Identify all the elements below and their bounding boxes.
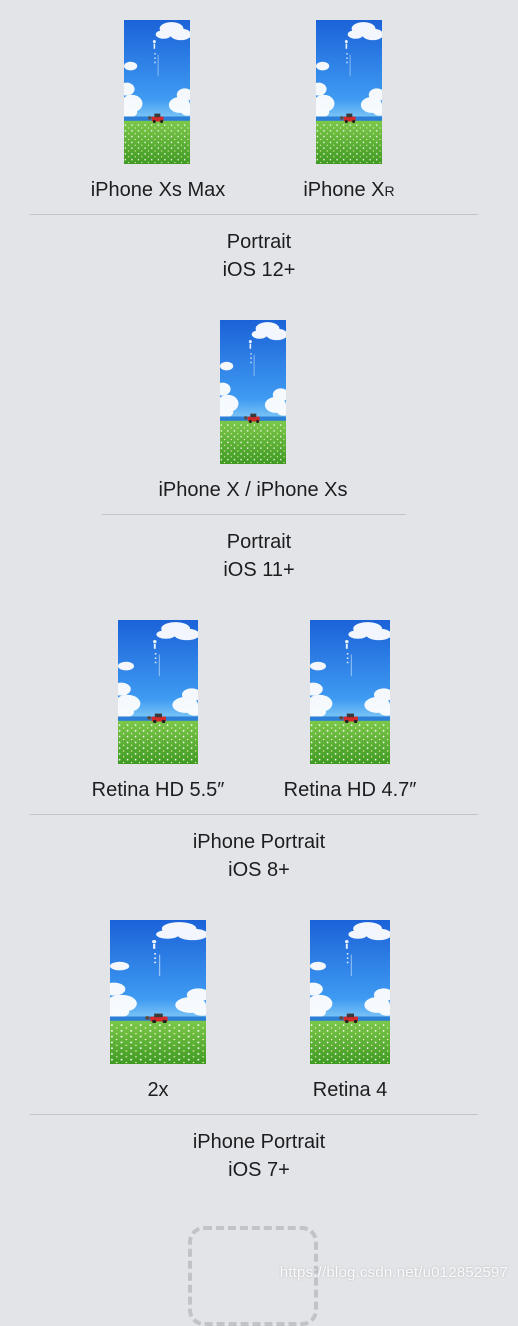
launch-image-slot-iphone-x[interactable] (220, 320, 286, 464)
device-label-retina-hd-5-5: Retina HD 5.5″ (91, 779, 225, 801)
section-title-line1: Portrait (226, 231, 292, 253)
section-title-line1: Portrait (226, 531, 292, 553)
section-divider (30, 1114, 478, 1115)
section-divider (30, 814, 478, 815)
section-title-line2: iOS 12+ (222, 259, 296, 281)
section-title-line2: iOS 7+ (228, 1159, 290, 1181)
watermark: https://blog.csdn.net/u012852597 (279, 1264, 508, 1281)
section-divider (30, 214, 478, 215)
launch-image-slot-iphone-xr[interactable] (316, 20, 382, 164)
launch-image-slot-iphone-xs-max[interactable] (124, 20, 190, 164)
device-label-iphone-x: iPhone X / iPhone Xs (158, 479, 348, 501)
device-label-retina-4: Retina 4 (312, 1079, 388, 1101)
section-title-line1: iPhone Portrait (192, 831, 326, 853)
section-divider (102, 514, 406, 515)
section-title-line1: iPhone Portrait (192, 1131, 326, 1153)
section-title-line2: iOS 8+ (228, 859, 290, 881)
launch-image-slot-retina-hd-5-5[interactable] (118, 620, 198, 764)
launch-image-slot-2x[interactable] (110, 920, 206, 1064)
launch-image-slot-retina-4[interactable] (310, 920, 390, 1064)
device-label-iphone-xr: iPhone XR (303, 179, 395, 201)
device-label-2x: 2x (147, 1079, 169, 1101)
section-title-line2: iOS 11+ (223, 559, 295, 581)
device-label-suffix: R (384, 183, 395, 199)
device-label-retina-hd-4-7: Retina HD 4.7″ (283, 779, 417, 801)
device-label-iphone-xs-max: iPhone Xs Max (90, 179, 226, 201)
launch-image-slot-retina-hd-4-7[interactable] (310, 620, 390, 764)
